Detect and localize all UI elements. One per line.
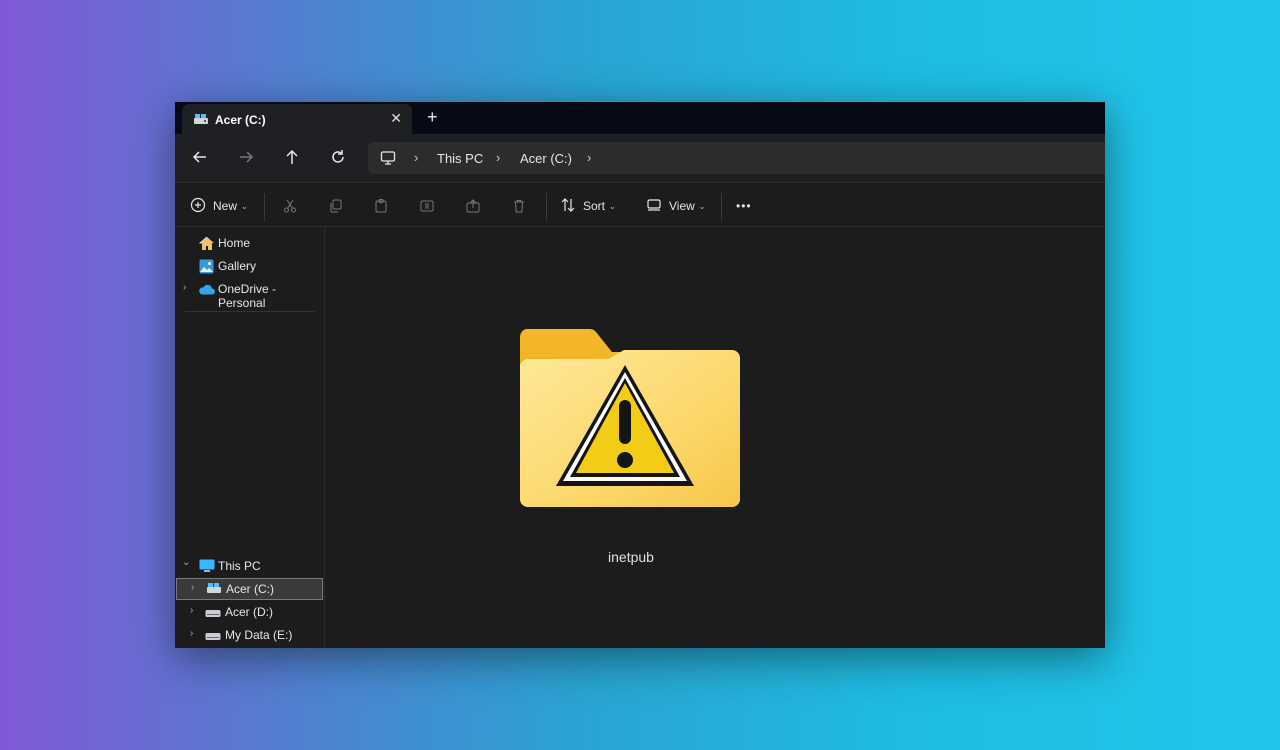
- drive-icon: [206, 581, 222, 598]
- tab-bar: Acer (C:) ✕ +: [175, 102, 1105, 134]
- item-name: inetpub: [608, 549, 654, 565]
- sort-label: Sort: [583, 199, 606, 213]
- sidebar-item-label: Acer (C:): [226, 582, 274, 596]
- sidebar-item-gallery[interactable]: Gallery: [175, 255, 325, 277]
- more-options-icon[interactable]: •••: [736, 197, 752, 215]
- address-row: › This PC › Acer (C:) ›: [175, 134, 1105, 182]
- view-label: View: [669, 199, 695, 213]
- refresh-icon[interactable]: [329, 148, 351, 170]
- new-button[interactable]: New ⌄: [190, 197, 248, 215]
- new-label: New: [213, 199, 238, 213]
- cloud-icon: [198, 284, 215, 298]
- drive-icon: [193, 112, 209, 131]
- chevron-right-icon[interactable]: ›: [183, 282, 186, 293]
- sidebar-item-label: Acer (D:): [225, 605, 273, 619]
- new-tab-button[interactable]: +: [427, 107, 438, 128]
- delete-icon[interactable]: [511, 197, 527, 215]
- drive-icon: [205, 630, 221, 644]
- sidebar-item-label: OneDrive - Personal: [218, 282, 277, 310]
- home-icon: [198, 236, 215, 254]
- sidebar-item-my-data-e[interactable]: › My Data (E:): [175, 624, 325, 646]
- chevron-down-icon: ⌄: [609, 201, 616, 211]
- chevron-right-icon: ›: [414, 150, 419, 165]
- breadcrumb-this-pc[interactable]: This PC: [437, 151, 483, 166]
- breadcrumb-acer-c[interactable]: Acer (C:): [520, 151, 572, 166]
- sidebar-item-label: My Data (E:): [225, 628, 293, 642]
- chevron-down-icon: ⌄: [241, 201, 248, 211]
- chevron-right-icon[interactable]: ›: [587, 150, 591, 165]
- divider: [721, 193, 722, 221]
- gallery-icon: [199, 259, 214, 277]
- chevron-down-icon[interactable]: ⌄: [182, 557, 190, 568]
- sidebar-item-acer-c[interactable]: › Acer (C:): [176, 578, 323, 600]
- close-icon[interactable]: ✕: [390, 110, 402, 127]
- sidebar-item-this-pc[interactable]: ⌄ This PC: [175, 555, 325, 577]
- copy-icon[interactable]: [328, 197, 344, 215]
- chevron-down-icon: ⌄: [698, 201, 706, 211]
- address-bar[interactable]: › This PC › Acer (C:) ›: [368, 142, 1105, 174]
- drive-icon: [205, 607, 221, 621]
- sort-button[interactable]: Sort ⌄: [560, 197, 616, 215]
- divider: [185, 311, 315, 312]
- sidebar-item-acer-d[interactable]: › Acer (D:): [175, 601, 325, 623]
- sidebar-item-home[interactable]: Home: [175, 232, 325, 254]
- view-icon: [646, 197, 662, 216]
- paste-icon[interactable]: [373, 197, 389, 215]
- divider: [264, 193, 265, 221]
- monitor-icon: [380, 150, 396, 171]
- chevron-right-icon[interactable]: ›: [190, 628, 193, 639]
- share-icon[interactable]: [465, 197, 481, 215]
- chevron-right-icon[interactable]: ›: [496, 150, 500, 165]
- sidebar-item-label: Home: [218, 236, 251, 250]
- warning-folder-icon: [519, 329, 740, 507]
- navigation-pane: Home Gallery › OneDrive - Personal ⌄ Thi…: [175, 227, 325, 648]
- up-arrow-icon[interactable]: [283, 148, 305, 170]
- plus-circle-icon: [190, 197, 206, 216]
- command-bar: New ⌄ Sort ⌄ View ⌄ •••: [175, 182, 1105, 227]
- back-arrow-icon[interactable]: [191, 148, 213, 170]
- divider: [546, 193, 547, 221]
- view-button[interactable]: View ⌄: [646, 197, 706, 215]
- sidebar-item-label: This PC: [218, 559, 261, 573]
- sidebar-item-label: Gallery: [218, 259, 257, 273]
- cut-icon[interactable]: [282, 197, 298, 215]
- forward-arrow-icon[interactable]: [237, 148, 259, 170]
- monitor-icon: [199, 559, 215, 576]
- file-list: inetpub: [326, 227, 1105, 648]
- chevron-right-icon[interactable]: ›: [191, 582, 194, 593]
- tab-acer-c[interactable]: Acer (C:) ✕: [182, 104, 412, 134]
- file-explorer-window: Acer (C:) ✕ + › This PC › Acer (C:) › Ne…: [175, 102, 1105, 648]
- tab-title: Acer (C:): [215, 113, 266, 127]
- rename-icon[interactable]: [419, 197, 435, 215]
- chevron-right-icon[interactable]: ›: [190, 605, 193, 616]
- sort-icon: [560, 197, 576, 216]
- sidebar-item-onedrive[interactable]: › OneDrive - Personal: [175, 278, 325, 310]
